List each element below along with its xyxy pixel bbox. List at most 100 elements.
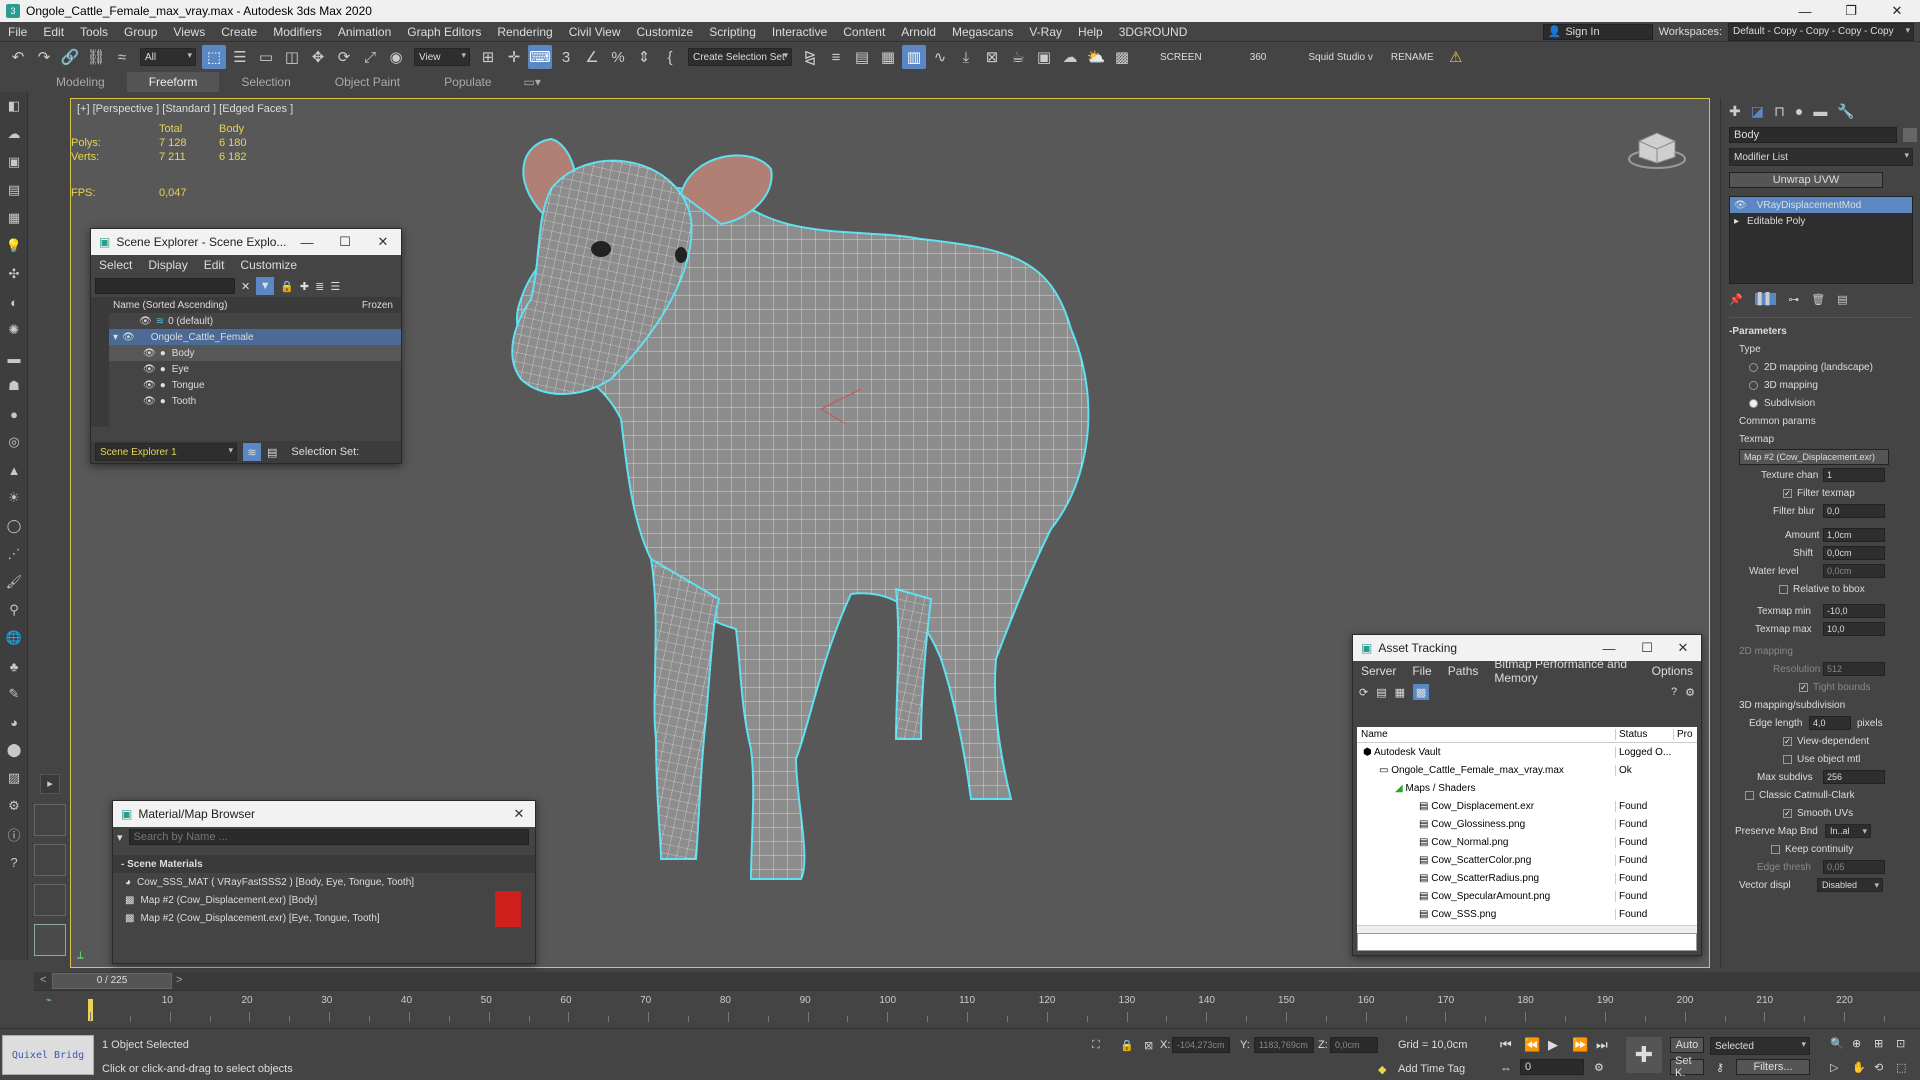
scale-icon[interactable]: ⤢ — [358, 45, 382, 69]
render-setup-icon[interactable]: ☕ — [1006, 45, 1030, 69]
minimize-icon[interactable]: — — [289, 229, 325, 255]
at-menu-server[interactable]: Server — [1353, 664, 1404, 678]
menu-create[interactable]: Create — [213, 25, 265, 39]
render-iterative-icon[interactable]: ⛅ — [1084, 45, 1108, 69]
texture-chan-spinner[interactable]: 1 — [1823, 468, 1885, 482]
relative-bbox-checkbox[interactable]: Relative to bbox — [1721, 580, 1920, 598]
scene-explorer-header[interactable]: Name (Sorted Ascending) Frozen — [109, 297, 401, 313]
select-manipulate-icon[interactable]: ✛ — [502, 45, 526, 69]
angle-value[interactable]: 360 — [1242, 52, 1275, 63]
menu-rendering[interactable]: Rendering — [489, 25, 560, 39]
asset-row[interactable]: ▤ Cow_Glossiness.png Found — [1357, 815, 1697, 833]
key-filter-dropdown[interactable]: Selected — [1710, 1037, 1810, 1055]
minimize-icon[interactable]: — — [1782, 0, 1828, 22]
utility-icon[interactable]: ⚙ — [0, 792, 28, 820]
object-name-field[interactable]: Body — [1729, 127, 1897, 143]
eye-icon[interactable]: 👁 — [139, 316, 152, 327]
pivot-center-icon[interactable]: ⊞ — [476, 45, 500, 69]
help-icon[interactable]: ? — [1671, 686, 1677, 698]
eye-icon[interactable]: 👁 — [143, 364, 156, 375]
eye-icon[interactable]: 👁 — [143, 380, 156, 391]
next-frame-icon[interactable]: > — [176, 974, 182, 986]
material-editor-icon[interactable]: ⊠ — [980, 45, 1004, 69]
remove-modifier-icon[interactable]: 🗑 — [1811, 293, 1825, 306]
ribbon-options-icon[interactable]: ▭▾ — [514, 72, 551, 92]
view-dependent-checkbox[interactable]: ✓ View-dependent — [1721, 732, 1920, 750]
modify-tab-icon[interactable]: ◪ — [1751, 103, 1764, 120]
at-menu-file[interactable]: File — [1404, 664, 1439, 678]
curve-editor-icon[interactable]: ∿ — [928, 45, 952, 69]
map-item[interactable]: ▩ Map #2 (Cow_Displacement.exr) [Body] — [113, 891, 535, 909]
spinner-snap-icon[interactable]: ⇕ — [632, 45, 656, 69]
help-icon[interactable]: ? — [0, 848, 28, 876]
tree-row-tooth[interactable]: 👁 ● Tooth — [109, 393, 401, 409]
texmap-min-spinner[interactable]: -10,0 — [1823, 604, 1885, 618]
keep-continuity-checkbox[interactable]: Keep continuity — [1721, 840, 1920, 858]
sign-in-dropdown[interactable]: 👤 Sign In — [1542, 23, 1653, 40]
preserve-map-bnd-dropdown[interactable]: In..al — [1825, 824, 1871, 838]
expand-arrow-icon[interactable]: ▸ — [1734, 216, 1739, 227]
tab-modeling[interactable]: Modeling — [34, 72, 127, 92]
se-menu-customize[interactable]: Customize — [232, 258, 305, 272]
se-menu-select[interactable]: Select — [91, 258, 140, 272]
at-menu-paths[interactable]: Paths — [1440, 664, 1487, 678]
grid-icon[interactable]: ◯ — [0, 512, 28, 540]
display-tab-icon[interactable]: ▬ — [1813, 103, 1827, 119]
reference-coordinate-dropdown[interactable]: View — [414, 48, 470, 66]
sphere-icon[interactable]: ● — [0, 400, 28, 428]
rect-selection-icon[interactable]: ▭ — [254, 45, 278, 69]
zoom-extents-all-icon[interactable]: ⊡ — [1896, 1037, 1905, 1050]
menu-graph-editors[interactable]: Graph Editors — [399, 25, 489, 39]
texmap-button[interactable]: Map #2 (Cow_Displacement.exr) — [1739, 449, 1889, 465]
shape-icon[interactable]: ◐ — [0, 288, 28, 316]
at-menu-options[interactable]: Options — [1644, 664, 1701, 678]
window-crossing-icon[interactable]: ◫ — [280, 45, 304, 69]
eye-icon[interactable]: 👁 — [1734, 200, 1747, 211]
info-icon[interactable]: ⓘ — [0, 820, 28, 848]
close-icon[interactable]: ✕ — [501, 801, 537, 827]
bind-space-warp-icon[interactable]: ≈ — [110, 45, 134, 69]
helper-icon[interactable]: ✣ — [0, 260, 28, 288]
zoom-icon[interactable]: 🔍 — [1830, 1037, 1844, 1050]
menu-interactive[interactable]: Interactive — [764, 25, 835, 39]
grid-view-icon[interactable]: ▩ — [1413, 684, 1430, 700]
rendered-frame-window-icon[interactable]: ▣ — [1032, 45, 1056, 69]
refresh-icon[interactable]: ⟳ — [1359, 686, 1368, 699]
tab-populate[interactable]: Populate — [422, 72, 513, 92]
time-slider[interactable]: < 0 / 225 > — [34, 972, 1920, 990]
options-icon[interactable]: ☰ — [330, 280, 340, 293]
x-coordinate-field[interactable]: -104,273cm — [1172, 1037, 1230, 1053]
display-icon[interactable]: ▦ — [0, 204, 28, 232]
selection-lock-icon[interactable]: 🔒 — [1120, 1039, 1134, 1052]
torus-icon[interactable]: ◎ — [0, 428, 28, 456]
filter-icon[interactable]: ▼ — [256, 277, 275, 295]
y-coordinate-field[interactable]: 1183,769cm — [1254, 1037, 1314, 1053]
scene-explorer-search[interactable] — [95, 278, 235, 294]
schematic-view-icon[interactable]: ⤓ — [954, 45, 978, 69]
material-search-input[interactable] — [128, 829, 529, 845]
sun-icon[interactable]: ☀ — [0, 484, 28, 512]
render-production-icon[interactable]: ☁ — [1058, 45, 1082, 69]
eye-icon[interactable]: 👁 — [143, 396, 156, 407]
asset-row[interactable]: ▤ Cow_SSS.png Found — [1357, 905, 1697, 923]
radio-subdivision[interactable]: Subdivision — [1721, 394, 1920, 412]
asset-row[interactable]: ▭ Ongole_Cattle_Female_max_vray.max Ok — [1357, 761, 1697, 779]
edge-thresh-spinner[interactable]: 0,05 — [1823, 860, 1885, 874]
squid-studio-button[interactable]: Squid Studio v — [1300, 52, 1381, 63]
classic-catmull-checkbox[interactable]: Classic Catmull-Clark — [1721, 786, 1920, 804]
next-key-icon[interactable]: ⏩ — [1572, 1037, 1588, 1053]
keyboard-shortcut-override-icon[interactable]: ⌨ — [528, 45, 552, 69]
go-to-end-icon[interactable]: ⏭ — [1596, 1037, 1608, 1053]
texmap-max-spinner[interactable]: 10,0 — [1823, 622, 1885, 636]
screen-button[interactable]: SCREEN — [1152, 52, 1210, 63]
add-time-tag-button[interactable]: Add Time Tag — [1398, 1063, 1465, 1075]
bone-icon[interactable]: ⚲ — [0, 596, 28, 624]
menu-file[interactable]: File — [0, 25, 35, 39]
layout-single-tab[interactable] — [34, 924, 66, 956]
show-end-result-icon[interactable]: ▌▌ — [1754, 293, 1777, 305]
tab-selection[interactable]: Selection — [219, 72, 312, 92]
menu-megascans[interactable]: Megascans — [944, 25, 1021, 39]
toggle-scene-explorer-icon[interactable]: ▤ — [850, 45, 874, 69]
create-tab-icon[interactable]: ✚ — [1729, 103, 1741, 120]
clear-search-icon[interactable]: ✕ — [241, 280, 250, 293]
